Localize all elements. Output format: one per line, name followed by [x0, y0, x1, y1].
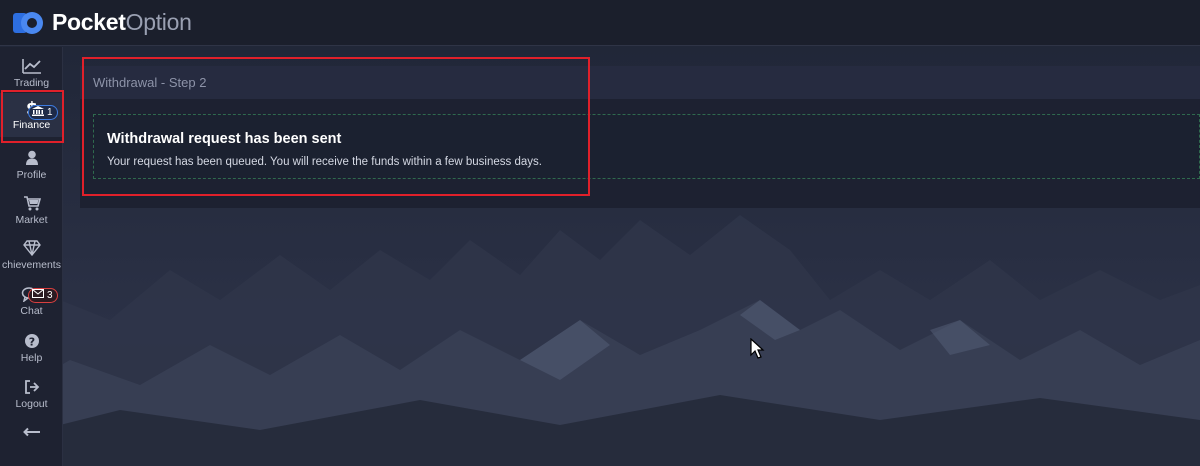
user-icon — [22, 149, 42, 167]
sidebar-item-help[interactable]: ? Help — [0, 330, 63, 374]
chat-badge-count: 3 — [47, 290, 53, 301]
sidebar-item-label: chievements — [2, 259, 61, 271]
mouse-cursor-icon — [750, 338, 765, 359]
sidebar-item-label: Logout — [15, 398, 48, 410]
sidebar-item-label: Market — [15, 214, 48, 226]
question-icon: ? — [22, 332, 42, 350]
sidebar-item-label: Profile — [16, 169, 47, 181]
chat-badge: 3 — [28, 288, 58, 303]
brand-name-light: Option — [125, 9, 192, 35]
finance-highlight-box — [1, 90, 64, 143]
sidebar-item-profile[interactable]: Profile — [0, 147, 63, 191]
sidebar-item-label: Trading — [13, 77, 50, 89]
arrow-left-icon — [22, 423, 42, 441]
panel-highlight-box — [82, 57, 590, 196]
diamond-icon — [22, 239, 42, 257]
brand-logo[interactable]: Pocket Option — [12, 9, 192, 36]
cart-icon — [22, 194, 42, 212]
pocket-option-logo-icon — [13, 11, 43, 34]
svg-text:?: ? — [28, 335, 34, 348]
top-bar: Pocket Option — [0, 0, 1200, 46]
envelope-icon — [32, 289, 44, 302]
chart-line-icon — [21, 57, 42, 75]
sidebar-item-label: Help — [20, 352, 43, 364]
sidebar-collapse-button[interactable] — [0, 421, 63, 443]
sidebar-item-label: Chat — [20, 305, 43, 317]
sidebar-item-logout[interactable]: Logout — [0, 376, 63, 420]
brand-name-bold: Pocket — [52, 9, 126, 35]
logout-icon — [22, 378, 42, 396]
sidebar-item-achievements[interactable]: chievements — [0, 237, 63, 281]
sidebar-item-market[interactable]: Market — [0, 192, 63, 236]
